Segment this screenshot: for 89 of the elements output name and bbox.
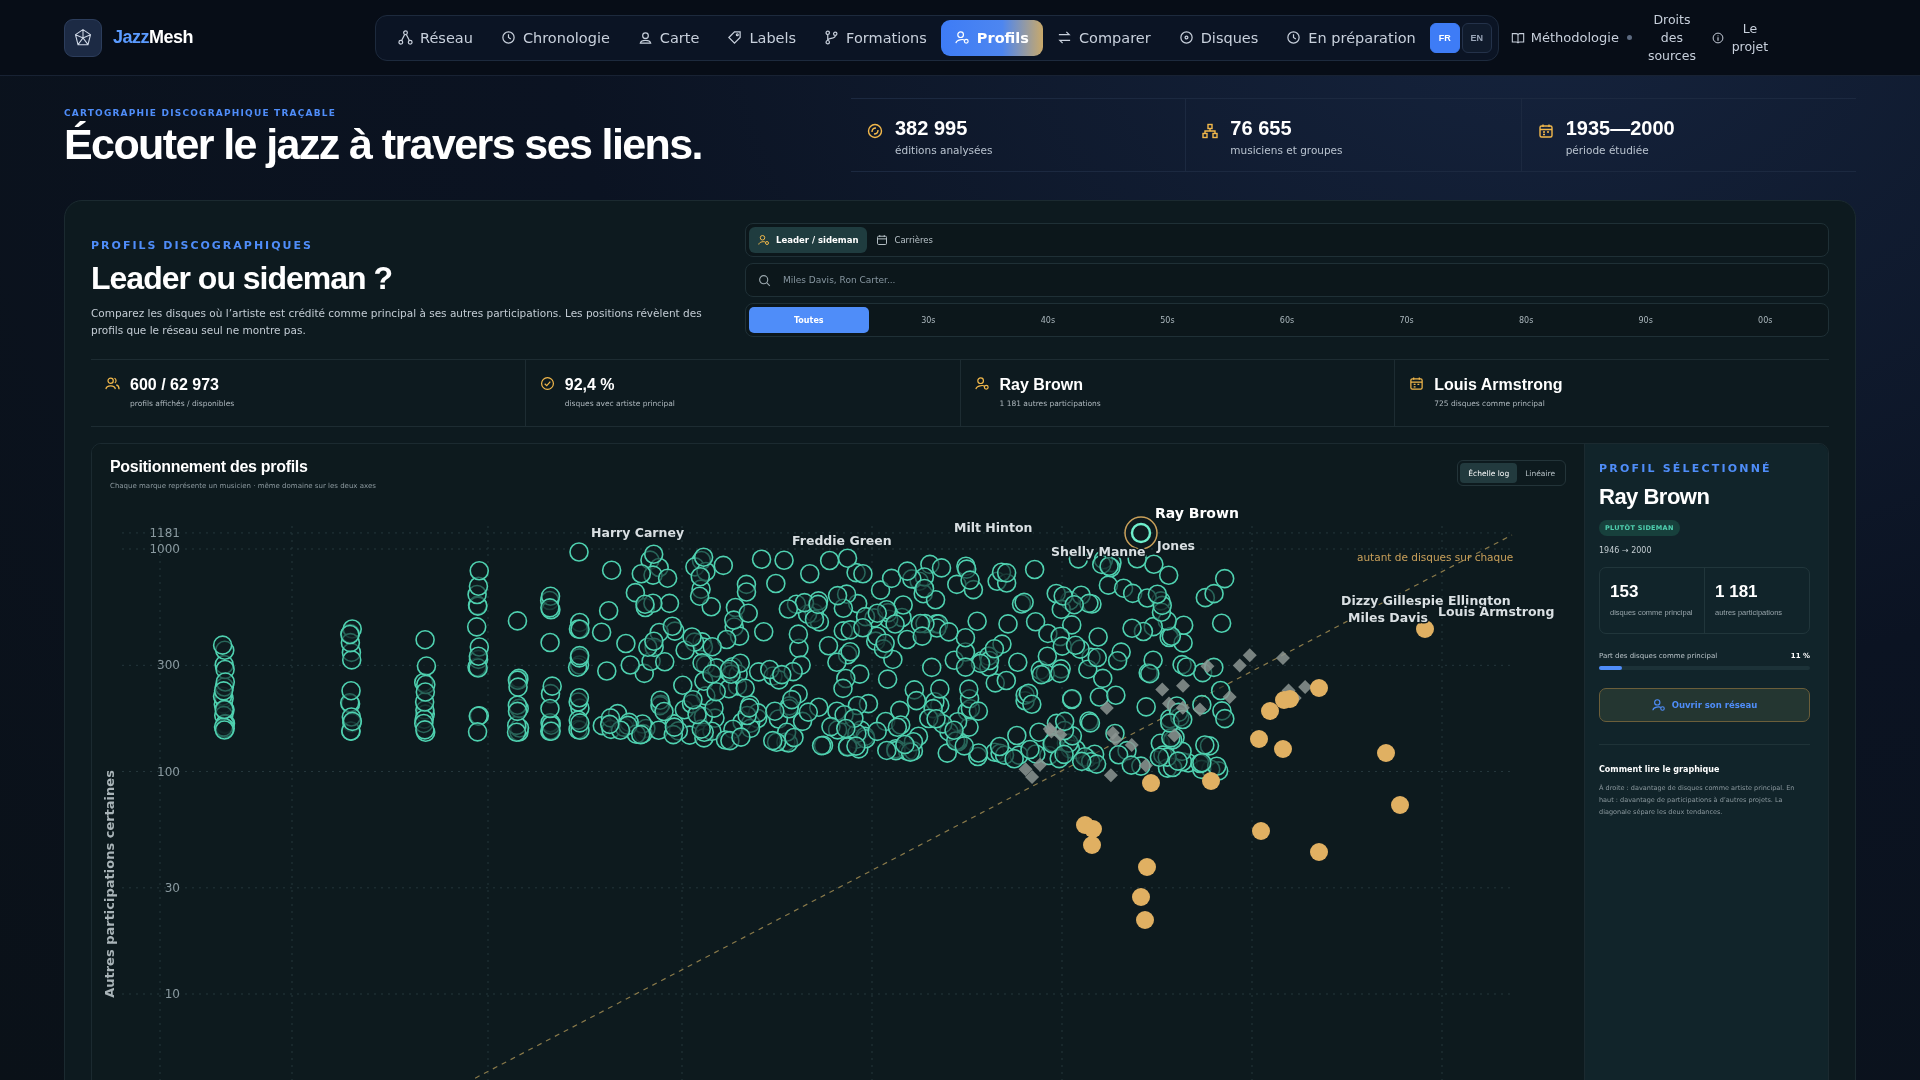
nav-tab[interactable]: Carte [623, 19, 714, 56]
network-icon [398, 30, 413, 45]
stat-value: 76 655 [1230, 117, 1293, 140]
network-icon [1202, 123, 1219, 139]
nav-link[interactable]: Méthodologie [1510, 30, 1619, 45]
years-text: 1946 → 2000 [1599, 546, 1653, 555]
view-tab[interactable]: Carrières [867, 227, 942, 253]
nav-tab[interactable]: Formations [810, 19, 941, 56]
section-title: Leader ou sideman ? [91, 260, 394, 297]
eyebrow-text: PROFIL SÉLECTIONNÉ [1599, 462, 1773, 475]
decade-filter[interactable]: 70s [1346, 307, 1467, 333]
brand-name-suffix[interactable]: Mesh [149, 27, 194, 48]
axis-tick-label: 1000 [149, 542, 180, 556]
clock-icon [1286, 30, 1302, 45]
stat-label: période étudiée [1565, 144, 1650, 156]
decade-filter[interactable]: 40s [988, 307, 1108, 333]
axis-tick-label: 1181 [149, 525, 180, 540]
nav-tab[interactable]: Réseau [384, 19, 487, 56]
axis-title: Autres participations certaines [102, 770, 117, 998]
stat-label: éditions analysées [895, 144, 993, 156]
decade-filter[interactable]: 90s [1585, 307, 1706, 333]
nav-link[interactable]: Le projet [1711, 19, 1770, 56]
eyebrow-text: CARTOGRAPHIE DISCOGRAPHIQUE TRAÇABLE [64, 108, 338, 118]
chart-title: Positionnement des profils [110, 458, 309, 476]
stat-value: Ray Brown [999, 376, 1085, 394]
book-icon [1510, 30, 1525, 45]
page-title: Écouter le jazz à travers ses liens. [64, 120, 702, 169]
stat-value: 153 [1610, 582, 1640, 602]
stat-value: 382 995 [895, 117, 969, 140]
user-gear-icon [954, 30, 970, 45]
open-network-button[interactable]: Ouvrir son réseau [1599, 688, 1810, 722]
stat-value: 92,4 % [564, 376, 616, 394]
language-toggle[interactable]: FR [1429, 22, 1460, 53]
view-tab[interactable]: Leader / sideman [749, 227, 868, 253]
description-text: Comparez les disques où l’artiste est crédité comme principal à ses autres participations. Les positions révèlent des profils que le réseau seul ne montre pas. [91, 306, 703, 338]
nav-tab[interactable]: Chronologie [486, 19, 624, 56]
search-icon [758, 273, 771, 287]
check-circle-icon [539, 376, 555, 391]
disc-icon [867, 123, 883, 139]
stat-value: 600 / 62 973 [130, 376, 220, 394]
person-icon [637, 30, 653, 45]
point-label: Miles Davis [1348, 610, 1428, 625]
nav-link[interactable]: Droits des sources [1647, 10, 1696, 65]
point-label: Milt Hinton [954, 520, 1033, 535]
eyebrow-text: PROFILS DISCOGRAPHIQUES [91, 239, 314, 252]
point-label: Freddie Green [792, 533, 892, 548]
decade-filter[interactable]: 00s [1705, 307, 1826, 333]
clock-icon [500, 30, 516, 45]
profile-name: Ray Brown [1599, 484, 1711, 510]
point-label: Dizzy Gillespie [1341, 593, 1444, 608]
user-gear-icon [974, 376, 990, 391]
user-gear-icon [1651, 698, 1666, 712]
axis-tick-label: 300 [157, 658, 180, 673]
decade-filter[interactable]: 80s [1466, 307, 1586, 333]
dot-icon [1626, 35, 1632, 40]
point-label: Jones [1157, 538, 1196, 553]
stat-value: Louis Armstrong [1434, 376, 1563, 394]
search-input[interactable]: Miles Davis, Ron Carter... [781, 274, 1816, 286]
brand-name[interactable]: Jazz [113, 27, 150, 48]
tag-icon [727, 30, 743, 45]
info-icon [1711, 31, 1724, 44]
calendar-icon [1409, 376, 1425, 391]
decade-filter[interactable]: 60s [1227, 307, 1347, 333]
calendar-icon [1537, 123, 1554, 139]
diagonal-note: autant de disques sur chaque [1357, 551, 1514, 563]
search-field[interactable]: Miles Davis, Ron Carter... [745, 263, 1829, 297]
point-label: Harry Carney [591, 525, 685, 540]
point-label: Ray Brown [1155, 506, 1239, 521]
axis-tick-label: 100 [157, 764, 180, 779]
nav-tab[interactable]: En préparation [1272, 19, 1430, 56]
stat-value: 1 181 [1715, 582, 1759, 602]
decade-filter[interactable]: 50s [1107, 307, 1228, 333]
user-gear-icon [758, 234, 770, 246]
nav-tab[interactable]: Comparer [1042, 19, 1165, 56]
nav-tab[interactable]: Labels [713, 19, 811, 56]
axis-tick-label: 10 [164, 987, 180, 1001]
axis-tick-label: 30 [164, 880, 180, 895]
calendar-icon [876, 234, 889, 246]
swap-arrows-icon [1056, 30, 1072, 45]
help-title: Comment lire le graphique [1599, 765, 1721, 774]
nav-tab[interactable]: Disques [1164, 19, 1273, 56]
stat-value: 1935—2000 [1565, 117, 1675, 140]
branch-icon [824, 30, 840, 45]
language-toggle[interactable]: EN [1461, 22, 1492, 53]
logo-icon[interactable] [64, 18, 102, 57]
stat-label: musiciens et groupes [1230, 144, 1343, 156]
people-icon [105, 376, 120, 391]
disc-icon [1178, 30, 1194, 45]
decade-filter[interactable]: 30s [868, 307, 989, 333]
